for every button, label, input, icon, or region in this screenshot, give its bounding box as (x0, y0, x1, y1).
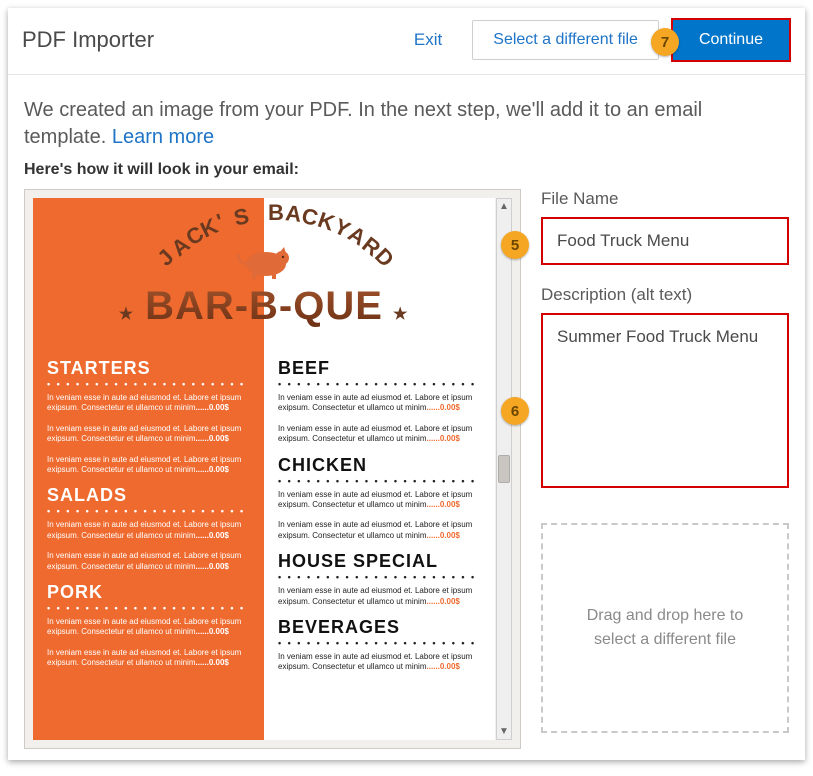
scroll-down-icon[interactable]: ▼ (499, 724, 509, 739)
preview-page: JACK'S BACKYARD (33, 198, 495, 740)
drop-zone[interactable]: Drag and drop here to select a different… (541, 523, 789, 733)
file-name-label: File Name (541, 189, 789, 209)
brand-main-text: BAR-B-QUE (145, 284, 383, 329)
continue-highlight: Continue (671, 18, 791, 62)
app-window: PDF Importer Exit Select a different fil… (8, 8, 805, 760)
learn-more-link[interactable]: Learn more (112, 126, 214, 148)
file-name-field-wrap: 5 (541, 217, 789, 265)
intro-text: We created an image from your PDF. In th… (24, 97, 789, 151)
preview-heading: Here's how it will look in your email: (24, 161, 789, 179)
brand-main-row: ★ BAR-B-QUE ★ (33, 284, 495, 329)
description-label: Description (alt text) (541, 285, 789, 305)
step-badge-6: 6 (501, 397, 529, 425)
step-badge-7: 7 (651, 28, 679, 56)
drop-zone-label: Drag and drop here to select a different… (567, 604, 763, 652)
form-panel: File Name 5 Description (alt text) 6 Dra… (541, 189, 789, 749)
description-field-wrap: 6 (541, 313, 789, 493)
page-title: PDF Importer (22, 27, 414, 53)
star-icon: ★ (115, 306, 139, 323)
preview-container: JACK'S BACKYARD (24, 189, 521, 749)
content-area: We created an image from your PDF. In th… (8, 75, 805, 760)
columns: JACK'S BACKYARD (24, 189, 789, 749)
menu-logo: JACK'S BACKYARD (33, 198, 495, 348)
header-bar: PDF Importer Exit Select a different fil… (8, 8, 805, 75)
scroll-thumb[interactable] (498, 455, 510, 483)
star-icon: ★ (389, 306, 413, 323)
pig-icon (234, 246, 294, 285)
preview-scrollbar[interactable]: ▲ ▼ (496, 198, 512, 740)
file-name-input[interactable] (541, 217, 789, 265)
exit-link[interactable]: Exit (414, 30, 442, 50)
step-badge-5: 5 (501, 231, 529, 259)
continue-button[interactable]: Continue (673, 20, 789, 60)
select-different-file-button[interactable]: Select a different file (472, 20, 659, 60)
scroll-up-icon[interactable]: ▲ (499, 199, 509, 214)
description-textarea[interactable] (541, 313, 789, 488)
